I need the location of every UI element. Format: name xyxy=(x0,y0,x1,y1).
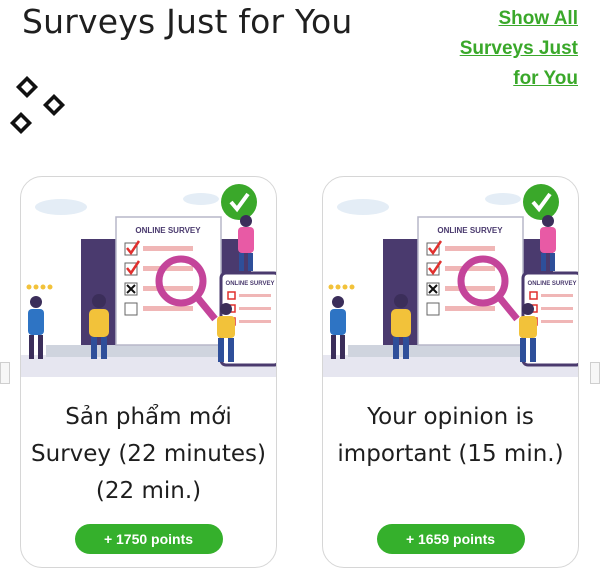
sheet-label: ONLINE SURVEY xyxy=(437,226,503,235)
page-title: Surveys Just for You xyxy=(22,2,353,41)
survey-title: Your opinion is important (15 min.) xyxy=(337,404,564,467)
carousel-next-button[interactable] xyxy=(590,362,600,384)
points-badge[interactable]: + 1750 points xyxy=(74,524,223,554)
check-circle-icon xyxy=(523,184,559,220)
star-rating-icon xyxy=(26,284,53,290)
carousel-prev-button[interactable] xyxy=(0,362,10,384)
person-figure xyxy=(330,296,346,359)
sheet-label: ONLINE SURVEY xyxy=(135,226,201,235)
show-all-surveys-link[interactable]: Show All Surveys Just for You xyxy=(458,4,578,94)
tablet-label: ONLINE SURVEY xyxy=(528,281,577,287)
online-survey-illustration: ONLINE SURVEY ONLINE SURVEY xyxy=(21,184,276,377)
diamond-cluster-icon xyxy=(9,76,66,135)
star-rating-icon xyxy=(328,284,355,290)
tablet-label: ONLINE SURVEY xyxy=(226,281,275,287)
person-figure xyxy=(28,296,44,359)
check-circle-icon xyxy=(221,184,257,220)
survey-card[interactable]: ONLINE SURVEY ONLINE SURVEY xyxy=(20,176,277,568)
online-survey-illustration: ONLINE SURVEY ONLINE SURVEY xyxy=(323,184,578,377)
points-badge[interactable]: + 1659 points xyxy=(376,524,525,554)
survey-title: Sản phẩm mới Survey (22 minutes) (22 min… xyxy=(31,404,266,504)
survey-card[interactable]: ONLINE SURVEY ONLINE SURVEY xyxy=(322,176,579,568)
